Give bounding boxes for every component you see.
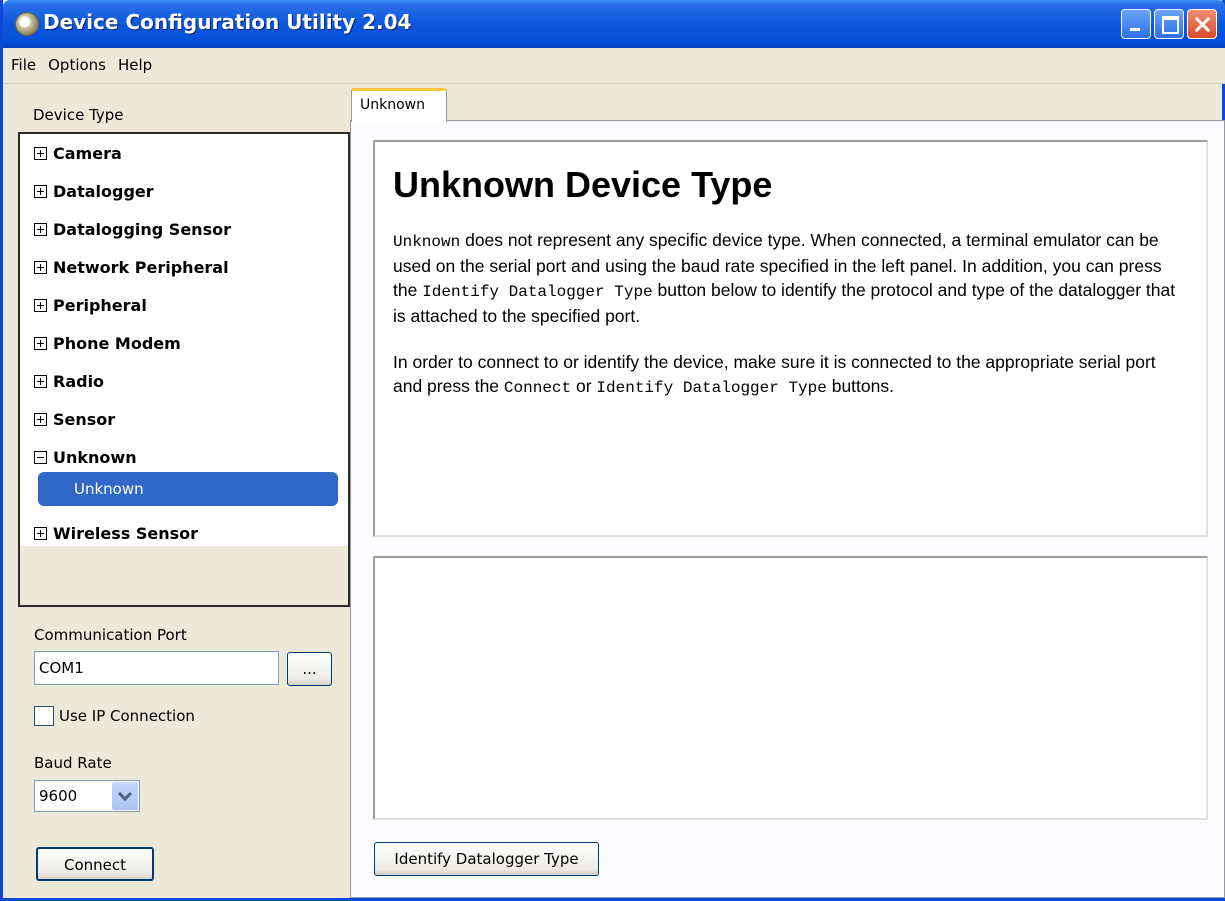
tree-item-radio[interactable]: Radio — [34, 372, 104, 391]
expand-icon[interactable] — [34, 299, 47, 312]
tree-item-sensor[interactable]: Sensor — [34, 410, 115, 429]
tree-item-label: Camera — [53, 144, 122, 163]
browse-port-button[interactable]: ... — [287, 652, 332, 686]
tree-item-label: Sensor — [53, 410, 116, 429]
tree-item-label: Datalogging Sensor — [53, 220, 231, 239]
device-type-label: Device Type — [33, 106, 124, 124]
app-icon — [15, 12, 39, 36]
inline-code: Identify Datalogger Type — [422, 283, 653, 301]
comm-port-label: Communication Port — [34, 626, 187, 644]
chevron-down-icon[interactable] — [112, 782, 138, 810]
menu-options[interactable]: Options — [42, 48, 112, 83]
tree-item-label: Datalogger — [53, 182, 154, 201]
menu-file[interactable]: File — [3, 48, 42, 83]
tree-item-datalogger[interactable]: Datalogger — [34, 182, 154, 201]
tree-item-peripheral[interactable]: Peripheral — [34, 296, 147, 315]
expand-icon[interactable] — [34, 413, 47, 426]
window-title: Device Configuration Utility 2.04 — [43, 10, 412, 34]
comm-port-input[interactable]: COM1 — [34, 651, 279, 685]
expand-icon[interactable] — [34, 337, 47, 350]
tab-unknown[interactable]: Unknown — [351, 88, 447, 122]
expand-icon[interactable] — [34, 185, 47, 198]
use-ip-checkbox[interactable] — [34, 706, 54, 726]
description-paragraph-2: In order to connect to or identify the d… — [393, 350, 1188, 400]
expand-icon[interactable] — [34, 147, 47, 160]
inline-code: Identify Datalogger Type — [596, 379, 827, 397]
expand-icon[interactable] — [34, 223, 47, 236]
baud-rate-value: 9600 — [39, 787, 78, 805]
description-paragraph-1: Unknown does not represent any specific … — [393, 228, 1188, 328]
menu-help[interactable]: Help — [112, 48, 158, 83]
tree-item-camera[interactable]: Camera — [34, 144, 122, 163]
tree-empty-area — [20, 546, 348, 605]
tree-item-label: Unknown — [53, 448, 137, 467]
tree-item-unknown-child[interactable]: Unknown — [38, 472, 338, 506]
baud-rate-select[interactable]: 9600 — [34, 780, 140, 812]
connect-button[interactable]: Connect — [36, 847, 154, 881]
title-bar[interactable]: Device Configuration Utility 2.04 — [3, 0, 1225, 48]
collapse-icon[interactable] — [34, 451, 47, 464]
use-ip-label: Use IP Connection — [59, 707, 195, 725]
paragraph-text: buttons. — [826, 376, 894, 396]
expand-icon[interactable] — [34, 375, 47, 388]
device-type-tree[interactable]: Camera Datalogger Datalogging Sensor Net… — [18, 132, 350, 607]
identify-datalogger-button[interactable]: Identify Datalogger Type — [374, 842, 599, 876]
tree-item-label: Network Peripheral — [53, 258, 229, 277]
tree-item-label: Wireless Sensor — [53, 524, 198, 543]
description-panel: Unknown Device Type Unknown does not rep… — [373, 140, 1208, 537]
inline-code: Unknown — [393, 233, 461, 251]
close-button[interactable] — [1187, 9, 1217, 39]
tree-item-label: Peripheral — [53, 296, 147, 315]
expand-icon[interactable] — [34, 261, 47, 274]
minimize-button[interactable] — [1121, 9, 1151, 39]
tree-item-unknown[interactable]: Unknown — [34, 448, 137, 467]
maximize-button[interactable] — [1154, 9, 1184, 39]
tree-item-datalogging-sensor[interactable]: Datalogging Sensor — [34, 220, 231, 239]
paragraph-text: or — [571, 376, 597, 396]
app-window: Device Configuration Utility 2.04 File Op… — [0, 0, 1225, 901]
tree-item-label: Phone Modem — [53, 334, 181, 353]
baud-rate-label: Baud Rate — [34, 754, 112, 772]
inline-code: Connect — [503, 379, 572, 397]
tree-item-network-peripheral[interactable]: Network Peripheral — [34, 258, 229, 277]
menu-bar: File Options Help — [3, 48, 1225, 84]
tree-item-label: Radio — [53, 372, 105, 391]
terminal-output-area[interactable] — [373, 556, 1208, 820]
tree-item-wireless-sensor[interactable]: Wireless Sensor — [34, 524, 198, 543]
tree-item-phone-modem[interactable]: Phone Modem — [34, 334, 181, 353]
expand-icon[interactable] — [34, 527, 47, 540]
page-title: Unknown Device Type — [393, 164, 773, 205]
